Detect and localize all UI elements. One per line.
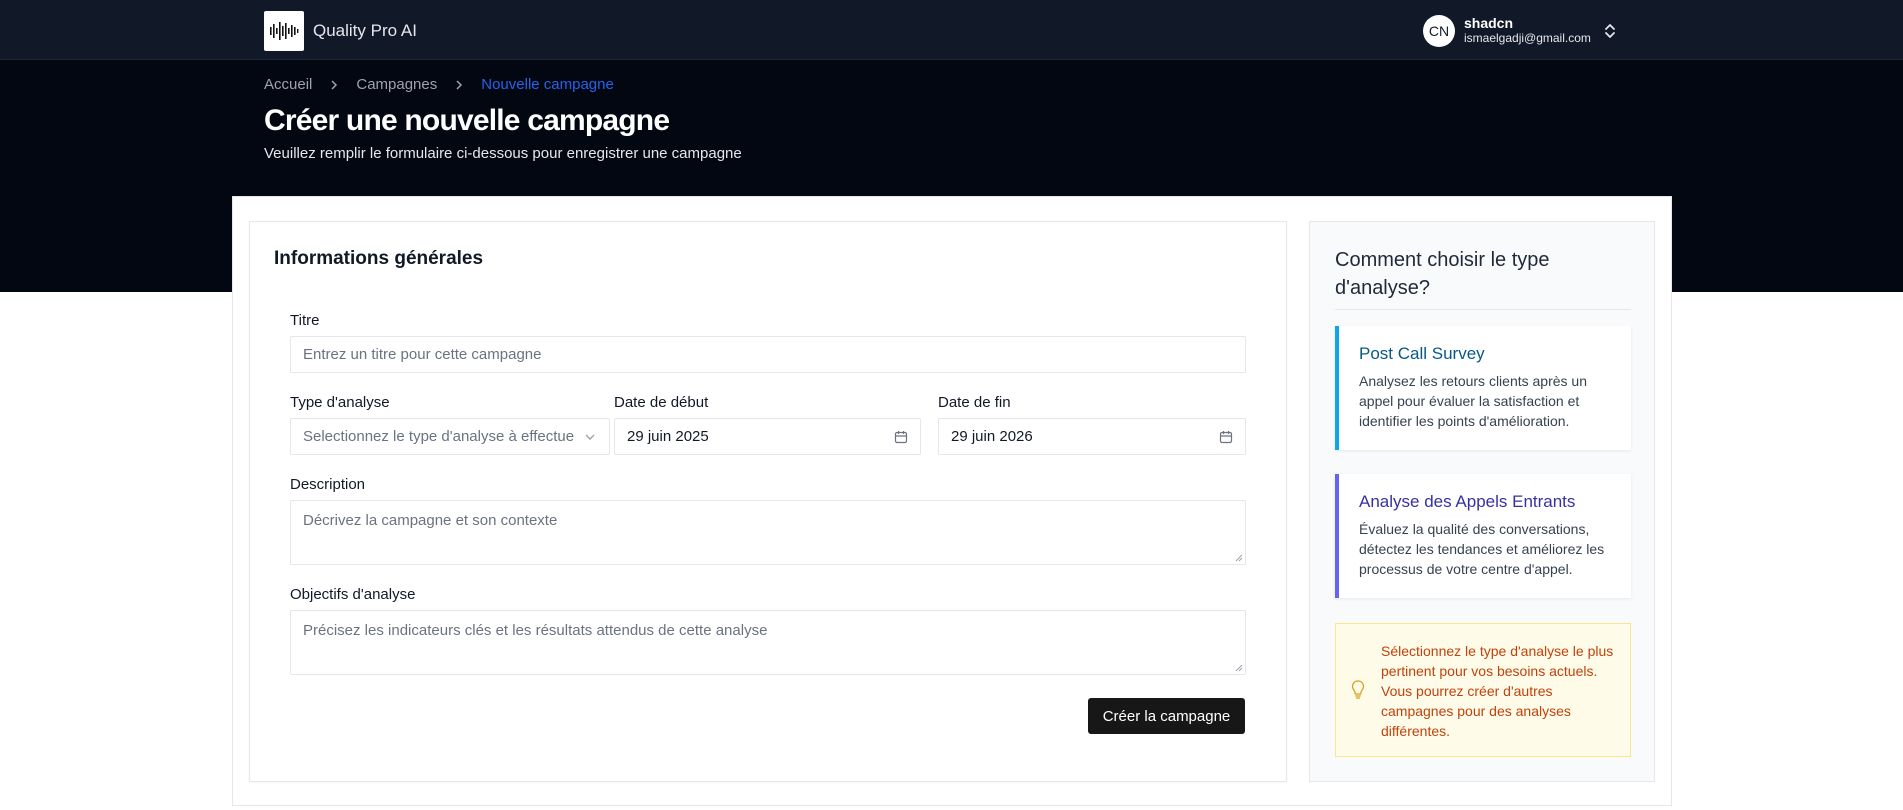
user-email: ismaelgadji@gmail.com [1464,31,1591,45]
tip-box: Sélectionnez le type d'analyse le plus p… [1335,623,1631,757]
tip-text: Sélectionnez le type d'analyse le plus p… [1381,643,1614,739]
divider [1335,309,1631,310]
description-placeholder: Décrivez la campagne et son contexte [303,512,558,529]
title-input[interactable]: Entrez un titre pour cette campagne [290,336,1246,373]
info-card-text: Analysez les retours clients après un ap… [1359,373,1587,429]
objectives-textarea[interactable]: Précisez les indicateurs clés et les rés… [290,610,1246,675]
user-menu[interactable]: CN shadcn ismaelgadji@gmail.com [1423,15,1617,47]
page-title: Créer une nouvelle campagne [264,104,670,137]
calendar-icon [894,431,908,444]
info-card-title: Analyse des Appels Entrants [1359,492,1576,511]
objectives-label: Objectifs d'analyse [290,586,416,603]
page-subtitle: Veuillez remplir le formulaire ci-dessou… [264,145,742,162]
info-card-inbound-calls: Analyse des Appels Entrants Évaluez la q… [1335,474,1631,598]
analysis-type-select[interactable]: Selectionnez le type d'analyse à effectu… [290,418,610,455]
chevron-right-icon [456,79,463,90]
breadcrumb-current: Nouvelle campagne [481,76,614,93]
end-date-value: 29 juin 2026 [951,428,1033,445]
resize-handle-icon[interactable] [1235,554,1243,562]
audio-waveform-icon [264,11,304,51]
breadcrumb: Accueil Campagnes Nouvelle campagne [264,76,614,93]
title-placeholder: Entrez un titre pour cette campagne [303,346,542,363]
help-title: Comment choisir le type d'analyse? [1335,249,1550,299]
start-date-value: 29 juin 2025 [627,428,709,445]
chevrons-up-down-icon [1604,24,1615,38]
breadcrumb-campaigns[interactable]: Campagnes [356,76,437,93]
start-date-picker[interactable]: 29 juin 2025 [614,418,921,455]
breadcrumb-home[interactable]: Accueil [264,76,312,93]
end-date-picker[interactable]: 29 juin 2026 [938,418,1246,455]
create-campaign-button[interactable]: Créer la campagne [1088,698,1245,734]
chevron-down-icon [585,434,595,440]
objectives-placeholder: Précisez les indicateurs clés et les rés… [303,622,768,639]
resize-handle-icon[interactable] [1235,664,1243,672]
avatar: CN [1423,15,1455,47]
start-date-label: Date de début [614,394,709,411]
app-name: Quality Pro AI [313,21,417,40]
user-name: shadcn [1464,15,1514,31]
end-date-label: Date de fin [938,394,1011,411]
description-label: Description [290,476,366,493]
info-card-post-call-survey: Post Call Survey Analysez les retours cl… [1335,326,1631,450]
info-card-text: Évaluez la qualité des conversations, dé… [1359,521,1605,577]
info-card-title: Post Call Survey [1359,344,1485,363]
chevron-right-icon [331,79,338,90]
analysis-type-placeholder: Selectionnez le type d'analyse à effectu… [303,428,575,445]
description-textarea[interactable]: Décrivez la campagne et son contexte [290,500,1246,565]
lightbulb-icon [1351,680,1365,699]
section-title: Informations générales [274,248,484,269]
analysis-type-label: Type d'analyse [290,394,390,411]
title-label: Titre [290,312,320,329]
brand[interactable]: Quality Pro AI [264,11,417,51]
calendar-icon [1219,431,1233,444]
